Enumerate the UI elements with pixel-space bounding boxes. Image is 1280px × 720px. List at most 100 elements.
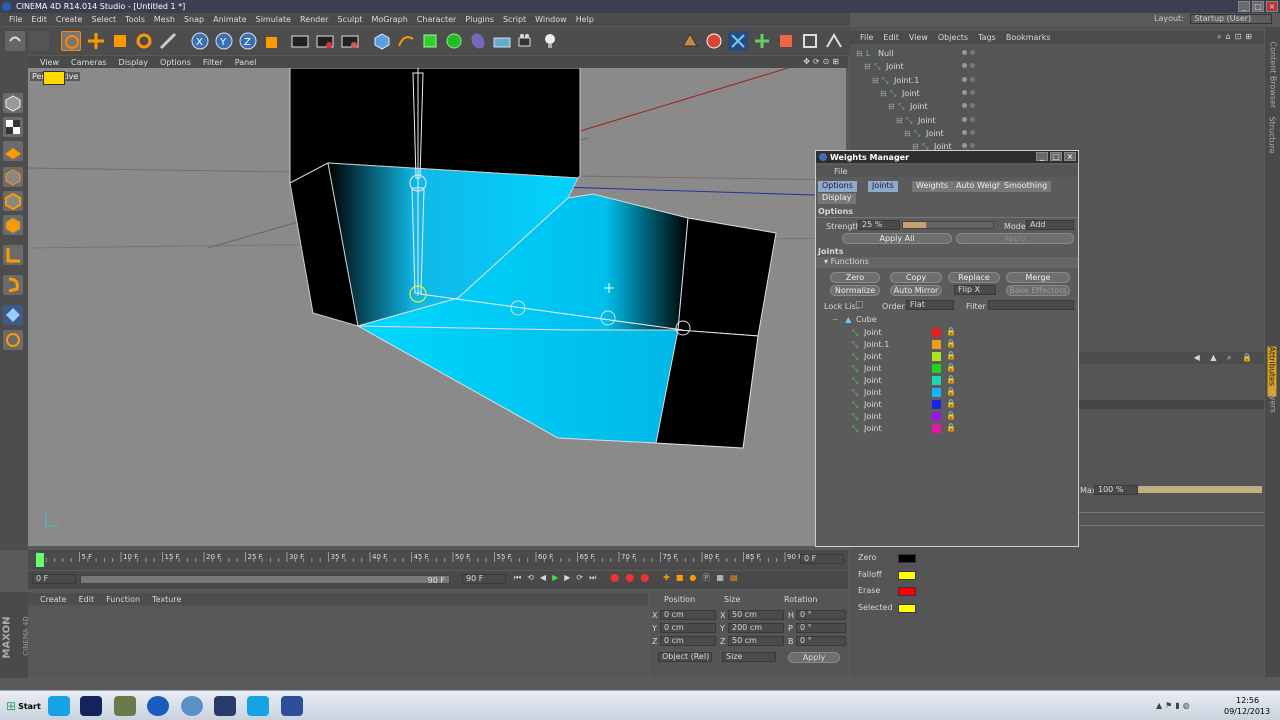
texture-mode-icon[interactable] <box>3 117 23 137</box>
coord-z-position[interactable]: 0 cm <box>660 636 716 646</box>
menu-file[interactable]: File <box>9 15 22 24</box>
next-key-icon[interactable]: ⟳ <box>576 573 583 582</box>
skype2-taskbar-icon[interactable] <box>247 696 269 716</box>
wm-tab-smoothing[interactable]: Smoothing <box>1000 181 1052 192</box>
key-param-icon[interactable]: Ⓟ <box>702 572 710 583</box>
wm-joint-row[interactable]: ⤡ Joint 🔒 <box>852 411 956 423</box>
undo-icon[interactable] <box>5 31 25 51</box>
workplane-mode-icon[interactable] <box>3 141 23 161</box>
redo-icon[interactable] <box>29 31 49 51</box>
wm-joint-color-swatch[interactable] <box>932 412 941 421</box>
system-tray-icons[interactable]: ▲⚑▮◍ <box>1156 701 1193 710</box>
prev-frame-icon[interactable]: ◀ <box>540 573 546 582</box>
goto-start-icon[interactable]: ⏮ <box>514 573 521 583</box>
wm-menu-file[interactable]: File <box>834 167 847 176</box>
y-axis-lock-icon[interactable]: Y <box>214 31 234 51</box>
wm-replace-button[interactable]: Replace <box>948 272 1000 283</box>
coord-y-size[interactable]: 200 cm <box>728 623 784 633</box>
render-settings-icon[interactable] <box>340 31 360 51</box>
wm-joint-color-swatch[interactable] <box>932 388 941 397</box>
timeline-ruler[interactable]: 05 F10 F15 F20 F25 F30 F35 F40 F45 F50 F… <box>28 550 848 570</box>
wm-titlebar[interactable]: Weights Manager _ □ × <box>816 151 1078 163</box>
visibility-dot-icon[interactable] <box>962 143 967 149</box>
coordinate-system-icon[interactable] <box>262 31 282 51</box>
array-icon[interactable] <box>444 31 464 51</box>
render-picture-viewer-icon[interactable] <box>315 31 335 51</box>
weight-color-swatch[interactable] <box>898 603 916 613</box>
wm-minimize-button[interactable]: _ <box>1036 152 1048 161</box>
key-scale-icon[interactable]: ■ <box>676 573 684 582</box>
coord-p-rotation[interactable]: 0 ° <box>796 623 846 633</box>
app-taskbar-icon[interactable] <box>114 696 136 716</box>
wm-joint-row[interactable]: ⤡ Joint 🔒 <box>852 363 956 375</box>
cinema4d-taskbar-icon[interactable] <box>214 696 236 716</box>
key-position-icon[interactable]: ✚ <box>663 573 670 582</box>
wm-joint-lock-icon[interactable]: 🔒 <box>946 351 956 360</box>
attributes-nav-icons[interactable]: ◀ ▲ ⌕ 🔒 <box>1194 353 1256 363</box>
wm-joint-lock-icon[interactable]: 🔒 <box>946 399 956 408</box>
skype-taskbar-icon[interactable] <box>48 696 70 716</box>
wm-joint-row[interactable]: ⤡ Joint 🔒 <box>852 399 956 411</box>
menu-script[interactable]: Script <box>503 15 526 24</box>
layout-dropdown[interactable]: Startup (User) <box>1190 14 1273 24</box>
wm-order-dropdown[interactable]: Flat <box>906 300 954 310</box>
menu-simulate[interactable]: Simulate <box>256 15 291 24</box>
wm-zero-button[interactable]: Zero <box>830 272 880 283</box>
locked-workplane-icon[interactable] <box>3 330 23 350</box>
move-tool-icon[interactable] <box>86 31 106 51</box>
obj-menu-edit[interactable]: Edit <box>883 33 899 42</box>
obj-menu-objects[interactable]: Objects <box>938 33 968 42</box>
wm-functions-header[interactable]: ▾ Functions <box>816 257 1078 268</box>
3d-viewport[interactable]: Perspective <box>28 68 846 546</box>
edges-mode-icon[interactable] <box>3 191 23 211</box>
object-tree-row[interactable]: ⊟ L Null <box>852 47 1262 60</box>
menu-edit[interactable]: Edit <box>31 15 47 24</box>
render-dot-icon[interactable] <box>970 129 975 135</box>
play-icon[interactable]: ▶ <box>552 573 558 582</box>
wm-joint-row[interactable]: ⤡ Joint 🔒 <box>852 423 956 435</box>
object-tree-row[interactable]: ⊟ ⤡ Joint <box>852 114 1262 127</box>
wm-joint-row[interactable]: ⤡ Joint.1 🔒 <box>852 339 956 351</box>
minimize-button[interactable]: _ <box>1238 1 1250 12</box>
weight-color-swatch[interactable] <box>898 587 916 597</box>
key-pla-icon[interactable]: ▦ <box>716 573 724 582</box>
joint-tool-icon[interactable] <box>728 31 748 51</box>
render-dot-icon[interactable] <box>970 89 975 95</box>
wm-joint-lock-icon[interactable]: 🔒 <box>946 387 956 396</box>
render-dot-icon[interactable] <box>970 63 975 69</box>
wm-close-button[interactable]: × <box>1064 152 1076 161</box>
model-mode-icon[interactable] <box>3 93 23 113</box>
cube-object-icon[interactable] <box>372 31 392 51</box>
z-axis-lock-icon[interactable]: Z <box>238 31 258 51</box>
tree-expand-icon[interactable]: ⊟ <box>880 89 887 98</box>
obj-menu-file[interactable]: File <box>860 33 873 42</box>
wm-joint-lock-icon[interactable]: 🔒 <box>946 411 956 420</box>
polygons-mode-icon[interactable] <box>3 215 23 235</box>
coord-size-mode-dropdown[interactable]: Size <box>722 652 776 662</box>
menu-window[interactable]: Window <box>535 15 567 24</box>
vp-menu-filter[interactable]: Filter <box>203 58 223 67</box>
wm-strength-field[interactable]: 25 % <box>858 220 900 230</box>
wm-normalize-button[interactable]: Normalize <box>830 285 880 296</box>
coord-x-size[interactable]: 50 cm <box>728 610 784 620</box>
wm-joint-color-swatch[interactable] <box>932 400 941 409</box>
tree-expand-icon[interactable]: ⊟ <box>904 129 911 138</box>
record-active-icon[interactable]: ⬤ <box>610 573 619 582</box>
close-button[interactable]: × <box>1266 1 1278 12</box>
tab-structure[interactable]: Structure <box>1268 117 1277 167</box>
attr-max-field[interactable]: 100 % <box>1094 485 1138 495</box>
weight-tool-icon[interactable] <box>704 31 724 51</box>
wm-tab-display[interactable]: Display <box>818 193 856 204</box>
autokey-icon[interactable]: ⬤ <box>625 573 634 582</box>
cmotion-icon[interactable] <box>824 31 844 51</box>
obj-menu-bookmarks[interactable]: Bookmarks <box>1006 33 1051 42</box>
tree-expand-icon[interactable]: ⊟ <box>888 102 895 111</box>
mat-menu-edit[interactable]: Edit <box>79 595 95 604</box>
wm-lock-list-checkbox[interactable] <box>856 301 863 308</box>
wm-joint-row[interactable]: ⤡ Joint 🔒 <box>852 375 956 387</box>
visibility-dot-icon[interactable] <box>962 76 967 82</box>
tab-layers[interactable]: Layers <box>1269 387 1278 427</box>
wm-joint-color-swatch[interactable] <box>932 340 941 349</box>
menu-sculpt[interactable]: Sculpt <box>337 15 362 24</box>
keyframe-selection-icon[interactable]: ⬤ <box>640 573 649 582</box>
